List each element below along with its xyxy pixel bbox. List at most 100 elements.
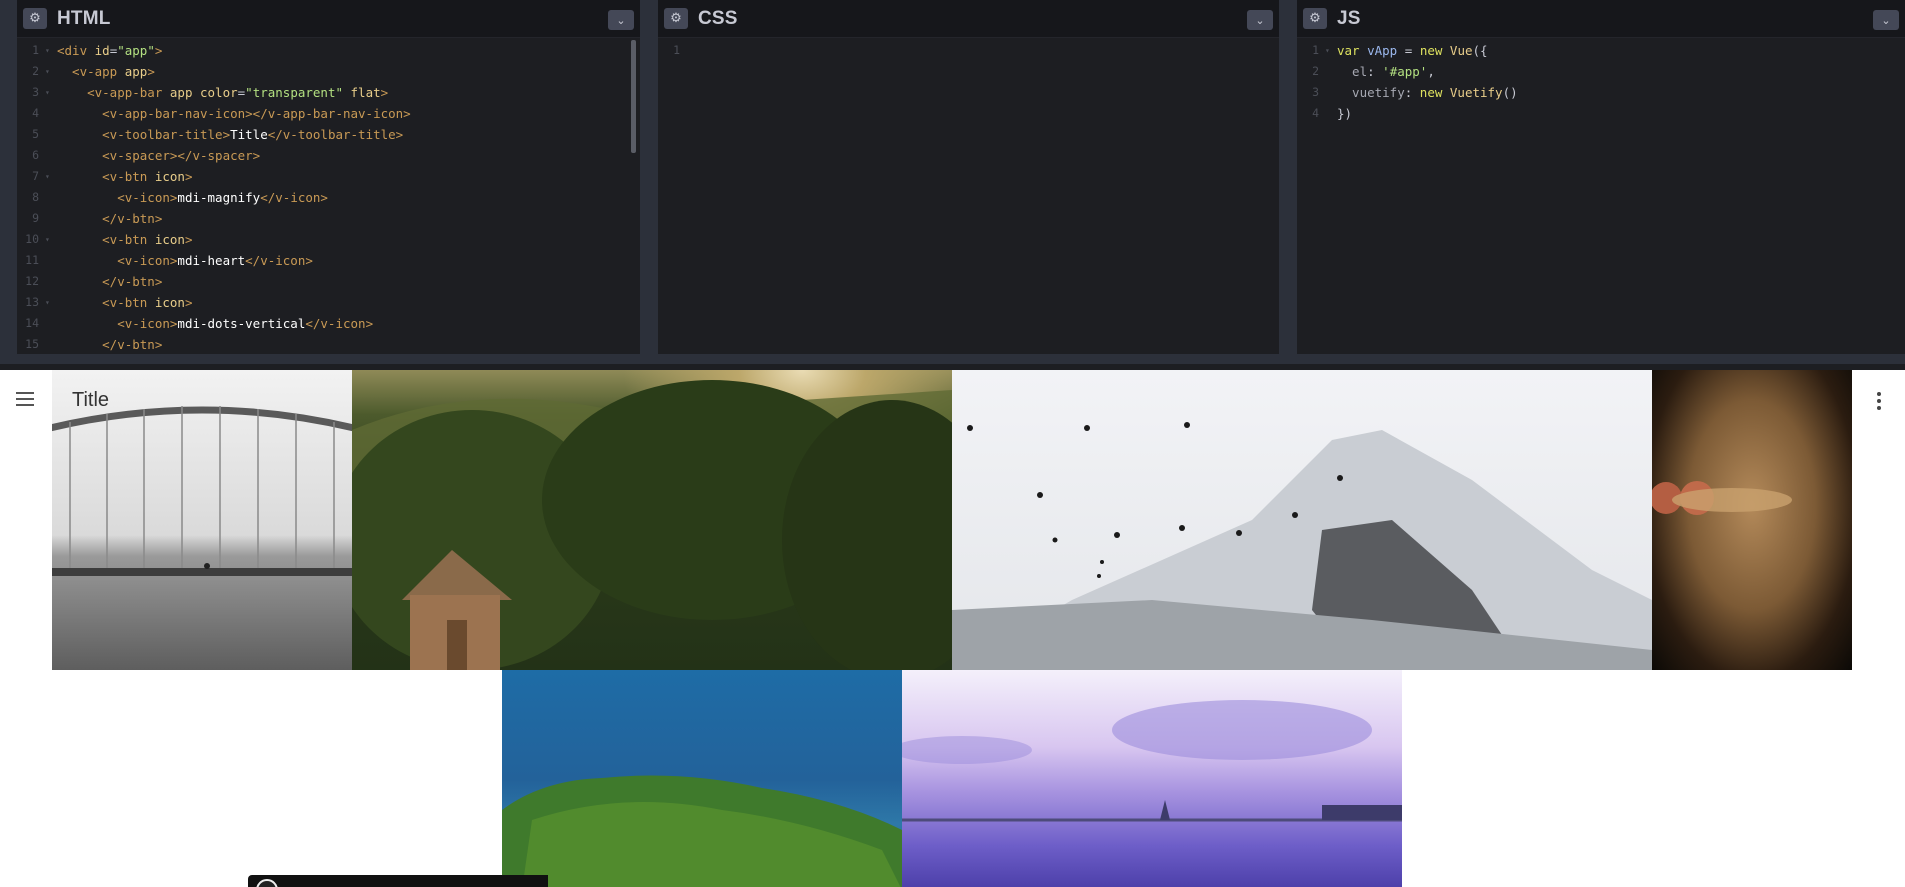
- fold-arrow-icon[interactable]: ▾: [45, 166, 57, 187]
- code-line[interactable]: 1: [658, 40, 1279, 61]
- code-line[interactable]: 2 ▾ <v-app app >: [17, 61, 640, 82]
- fold-arrow-icon: [1325, 61, 1337, 82]
- html-scrollbar[interactable]: [631, 40, 636, 153]
- line-number: 3: [1312, 85, 1319, 99]
- code-token: <v-btn: [57, 169, 155, 184]
- fold-arrow-icon: [45, 271, 57, 292]
- photo-bridge-sunset: [902, 670, 1402, 887]
- code-token: >: [184, 295, 193, 310]
- fold-arrow-icon: [1325, 103, 1337, 124]
- line-number: 5: [32, 127, 39, 141]
- js-editor-pane: ⚙ JS ⌄ 1 ▾ var vApp = new Vue({2 el: '#app…: [1297, 0, 1905, 354]
- code-token: new: [1419, 85, 1450, 100]
- line-number: 10: [25, 232, 39, 246]
- code-token: el: [1337, 64, 1368, 79]
- line-number: 7: [32, 169, 39, 183]
- dots-vertical-icon[interactable]: [1877, 392, 1881, 410]
- code-token: icon: [154, 169, 185, 184]
- code-line[interactable]: 3 vuetify: new Vuetify(): [1297, 82, 1905, 103]
- code-token: mdi-magnify: [177, 190, 261, 205]
- hamburger-menu-icon[interactable]: [16, 392, 40, 412]
- code-line[interactable]: 6 <v-spacer></v-spacer>: [17, 145, 640, 166]
- html-collapse-button[interactable]: ⌄: [608, 10, 634, 30]
- line-number: 2: [32, 64, 39, 78]
- code-token: flat: [350, 85, 381, 100]
- gear-icon: ⚙: [1309, 11, 1321, 26]
- line-number: 9: [32, 211, 39, 225]
- line-number: 1: [1312, 43, 1319, 57]
- code-token: </v-btn>: [57, 337, 163, 352]
- code-token: ,: [1427, 64, 1435, 79]
- fold-arrow-icon[interactable]: ▾: [45, 61, 57, 82]
- code-token: mdi-heart: [177, 253, 246, 268]
- css-editor-pane: ⚙ CSS ⌄ 1: [658, 0, 1279, 354]
- code-token: <v-app: [57, 64, 125, 79]
- css-settings-button[interactable]: ⚙: [664, 8, 688, 29]
- fold-arrow-icon[interactable]: ▾: [1325, 40, 1337, 61]
- code-token: >: [147, 64, 155, 79]
- code-token: <v-icon>: [57, 190, 178, 205]
- code-token: (): [1502, 85, 1518, 100]
- fold-arrow-icon: [45, 208, 57, 229]
- html-settings-button[interactable]: ⚙: [23, 8, 47, 29]
- code-line[interactable]: 10 ▾ <v-btn icon >: [17, 229, 640, 250]
- sunset-bridge-illustration: [902, 700, 1402, 822]
- gear-icon: ⚙: [29, 11, 41, 26]
- floating-overlay[interactable]: [248, 875, 548, 887]
- css-pane-header: ⚙ CSS ⌄: [658, 0, 1279, 38]
- code-line[interactable]: 13 ▾ <v-btn icon >: [17, 292, 640, 313]
- code-token: </v-icon>: [245, 253, 313, 268]
- fold-arrow-icon: [45, 313, 57, 334]
- code-token: </v-icon>: [305, 316, 374, 331]
- code-line[interactable]: 1 ▾ var vApp = new Vue({: [1297, 40, 1905, 61]
- line-number: 2: [1312, 64, 1319, 78]
- code-line[interactable]: 12 </v-btn>: [17, 271, 640, 292]
- code-token: >: [154, 43, 163, 58]
- fold-arrow-icon[interactable]: ▾: [45, 292, 57, 313]
- line-number: 12: [25, 274, 39, 288]
- js-collapse-button[interactable]: ⌄: [1873, 10, 1899, 30]
- html-code-editor[interactable]: 1 ▾ <div id = "app" > 2 ▾ <v-app app >3 ▾ <v-app-…: [17, 40, 640, 354]
- line-number: 3: [32, 85, 39, 99]
- code-line[interactable]: 11 <v-icon> mdi-heart </v-icon>: [17, 250, 640, 271]
- code-token: <v-btn: [57, 232, 155, 247]
- island-illustration: [502, 775, 902, 887]
- code-token: Title: [230, 127, 268, 142]
- code-line[interactable]: 4 <v-app-bar-nav-icon></v-app-bar-nav-ic…: [17, 103, 640, 124]
- css-collapse-button[interactable]: ⌄: [1247, 10, 1273, 30]
- line-number: 11: [25, 253, 39, 267]
- fold-arrow-icon: [45, 187, 57, 208]
- code-token: app: [169, 85, 200, 100]
- fold-arrow-icon[interactable]: ▾: [45, 82, 57, 103]
- code-line[interactable]: 4}): [1297, 103, 1905, 124]
- code-line[interactable]: 9 </v-btn>: [17, 208, 640, 229]
- js-code-editor[interactable]: 1 ▾ var vApp = new Vue({2 el: '#app', 3 vue…: [1297, 40, 1905, 354]
- chevron-down-icon: ⌄: [1881, 13, 1891, 27]
- code-line[interactable]: 14 <v-icon> mdi-dots-vertical </v-icon>: [17, 313, 640, 334]
- code-token: </v-btn>: [57, 274, 163, 289]
- html-editor-pane: ⚙ HTML ⌄ 1 ▾ <div id = "app" > 2 ▾ <v-app app >3…: [17, 0, 640, 354]
- code-token: <v-app-bar: [57, 85, 170, 100]
- code-line[interactable]: 15 </v-btn>: [17, 334, 640, 354]
- code-line[interactable]: 7 ▾ <v-btn icon >: [17, 166, 640, 187]
- html-pane-header: ⚙ HTML ⌄: [17, 0, 640, 38]
- css-pane-title: CSS: [698, 7, 738, 29]
- code-line[interactable]: 1 ▾ <div id = "app" >: [17, 40, 640, 61]
- fold-arrow-icon[interactable]: ▾: [45, 40, 57, 61]
- css-code-editor[interactable]: 1: [658, 40, 1279, 354]
- code-line[interactable]: 3 ▾ <v-app-bar app color = "transparent" fl…: [17, 82, 640, 103]
- js-settings-button[interactable]: ⚙: [1303, 8, 1327, 29]
- code-token: id: [94, 43, 110, 58]
- code-token: =: [109, 43, 118, 58]
- fold-arrow-icon: [45, 334, 57, 354]
- line-number: 15: [25, 337, 39, 351]
- code-token: <v-toolbar-title>: [57, 127, 231, 142]
- code-line[interactable]: 2 el: '#app',: [1297, 61, 1905, 82]
- code-token: >: [184, 169, 193, 184]
- code-token: var: [1337, 43, 1368, 58]
- fold-arrow-icon[interactable]: ▾: [45, 229, 57, 250]
- code-token: >: [380, 85, 389, 100]
- code-line[interactable]: 8 <v-icon> mdi-magnify </v-icon>: [17, 187, 640, 208]
- code-line[interactable]: 5 <v-toolbar-title> Title </v-toolbar-titl…: [17, 124, 640, 145]
- code-token: </v-btn>: [57, 211, 163, 226]
